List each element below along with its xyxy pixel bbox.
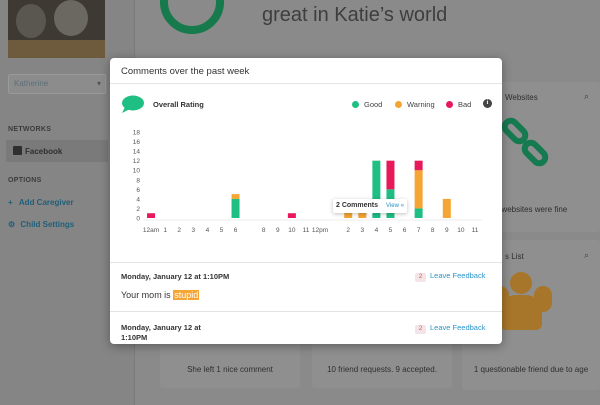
child-settings-label: Child Settings: [20, 220, 75, 229]
comment-date: Monday, January 12 at 1:10PM: [121, 272, 230, 281]
y-tick-label: 4: [136, 196, 140, 203]
hero-text: great in Katie’s world: [262, 4, 448, 26]
y-tick-label: 18: [133, 130, 141, 137]
child-select-value: Katherine: [14, 79, 49, 88]
feedback-count-badge: 2: [415, 325, 426, 334]
info-icon[interactable]: i: [483, 99, 492, 108]
modal-header: Comments over the past week: [110, 58, 502, 84]
x-tick-label: 5: [389, 227, 393, 234]
leave-feedback-label: Leave Feedback: [430, 323, 486, 332]
comments-card-caption: She left 1 nice comment: [187, 365, 273, 374]
tooltip-count: 2 Comments: [336, 202, 379, 209]
x-tick-label: 6: [234, 227, 238, 234]
x-tick-label: 10: [288, 227, 296, 234]
legend-bad-label: Bad: [458, 100, 472, 109]
facebook-icon: [13, 146, 22, 155]
flagged-word: stupid: [173, 290, 200, 300]
x-tick-label: 3: [360, 227, 364, 234]
x-tick-label: 8: [431, 227, 435, 234]
legend-good: Good: [352, 100, 382, 109]
search-icon[interactable]: ⌕: [584, 250, 589, 261]
sidebar-item-facebook[interactable]: Facebook: [6, 140, 108, 162]
x-tick-label: 2: [177, 227, 181, 234]
x-tick-label: 6: [403, 227, 407, 234]
legend-bad: Bad: [446, 100, 471, 109]
speech-bubble-icon: [122, 95, 144, 113]
comments-modal: Comments over the past week Overall Rati…: [110, 58, 502, 344]
legend-warning-swatch: [395, 101, 402, 108]
x-tick-label: 5: [220, 227, 224, 234]
y-tick-label: 6: [136, 187, 140, 194]
x-tick-label: 1: [163, 227, 167, 234]
sidebar-item-label: Facebook: [25, 147, 63, 156]
friends-list-card-caption: 1 questionable friend due to age: [473, 365, 589, 374]
overall-rating-label: Overall Rating: [153, 100, 204, 109]
x-tick-label: 11: [303, 227, 310, 234]
x-tick-label: 12am: [143, 227, 159, 234]
bar-good[interactable]: [231, 198, 240, 218]
comment-date-line1: Monday, January 12 at: [121, 323, 201, 332]
bar-bad[interactable]: [147, 213, 156, 218]
comment-text-plain: Your mom is: [121, 290, 174, 300]
comment-date-line2: 1:10PM: [121, 333, 148, 342]
y-tick-label: 8: [136, 177, 140, 184]
x-tick-label: 9: [445, 227, 449, 234]
feedback-count-badge: 2: [415, 273, 426, 282]
bar-good[interactable]: [414, 208, 423, 218]
divider: [110, 262, 502, 263]
divider: [110, 311, 502, 312]
chart-tooltip: 2 Comments View »: [333, 199, 407, 216]
smiley-icon: [160, 0, 224, 34]
x-tick-label: 10: [457, 227, 465, 234]
bar-bad[interactable]: [414, 160, 423, 171]
child-select[interactable]: Katherine ▾: [8, 74, 106, 94]
legend-good-label: Good: [364, 100, 383, 109]
leave-feedback-label: Leave Feedback: [430, 271, 486, 280]
bar-bad[interactable]: [386, 160, 395, 190]
x-tick-label: 4: [375, 227, 379, 234]
gear-icon: ⚙: [8, 220, 16, 229]
modal-title: Comments over the past week: [121, 66, 250, 77]
leave-feedback-button[interactable]: 2 Leave Feedback: [415, 271, 485, 282]
child-settings-link[interactable]: ⚙ Child Settings: [8, 220, 74, 229]
options-heading: OPTIONS: [8, 177, 42, 184]
y-tick-label: 14: [133, 149, 141, 156]
x-tick-label: 3: [191, 227, 195, 234]
x-tick-label: 7: [417, 227, 421, 234]
friends-list-card-title: s List: [505, 252, 524, 261]
x-tick-label: 12pm: [312, 227, 328, 234]
y-tick-label: 10: [133, 168, 141, 175]
bar-warning[interactable]: [442, 198, 451, 218]
plus-icon: +: [8, 198, 13, 207]
chevron-down-icon: ▾: [96, 79, 101, 88]
bar-warning[interactable]: [231, 194, 240, 199]
leave-feedback-button[interactable]: 2 Leave Feedback: [415, 323, 485, 334]
x-tick-label: 4: [206, 227, 210, 234]
comment-date: Monday, January 12 at 1:10PM: [121, 323, 201, 343]
comments-chart: 02468101214161812am 1 2 3 4 5 6 8 9 10 11 12pm 2 3 4 5 6…: [133, 130, 482, 234]
y-tick-label: 12: [133, 158, 141, 165]
x-tick-label: 9: [276, 227, 280, 234]
comment-text: Your mom is stupid: [121, 290, 200, 300]
search-icon[interactable]: ⌕: [584, 91, 589, 102]
x-tick-label: 2: [346, 227, 350, 234]
legend-bad-swatch: [446, 101, 453, 108]
child-avatar: [8, 0, 105, 58]
tooltip-view-link[interactable]: View »: [386, 203, 404, 209]
x-tick-label: 8: [262, 227, 266, 234]
add-caregiver-link[interactable]: + Add Caregiver: [8, 198, 74, 207]
bar-bad[interactable]: [287, 213, 296, 218]
y-tick-label: 16: [133, 139, 141, 146]
websites-card-title: Websites: [505, 93, 538, 102]
legend-good-swatch: [352, 101, 359, 108]
add-caregiver-label: Add Caregiver: [18, 198, 74, 207]
y-tick-label: 0: [136, 216, 140, 223]
x-tick-label: 11: [472, 227, 479, 234]
friend-requests-card-caption: 10 friend requests. 9 accepted.: [327, 365, 437, 374]
legend-warning: Warning: [395, 100, 435, 109]
networks-heading: NETWORKS: [8, 126, 52, 133]
legend-warning-label: Warning: [407, 100, 435, 109]
y-tick-label: 2: [136, 206, 140, 213]
bar-warning[interactable]: [414, 170, 423, 209]
